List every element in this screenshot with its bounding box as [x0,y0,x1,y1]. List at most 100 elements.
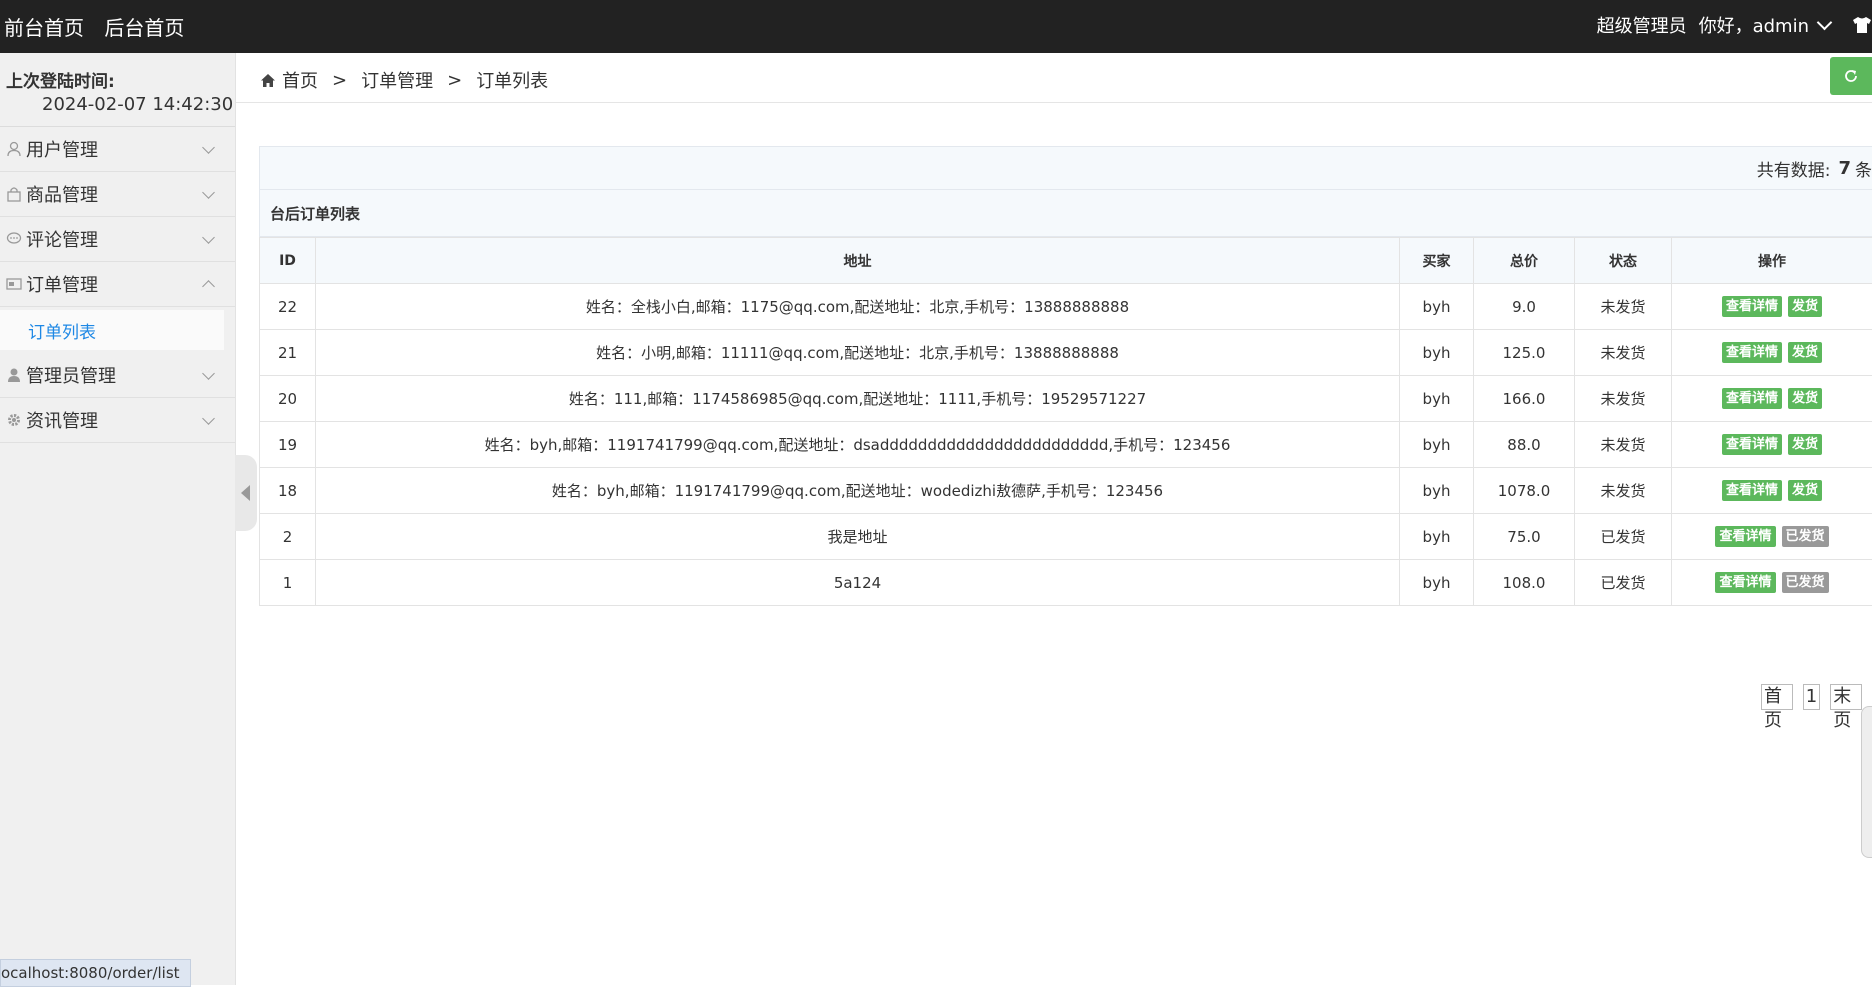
cell-buyer: byh [1400,330,1474,376]
cell-actions: 查看详情已发货 [1672,560,1872,606]
admin-icon [6,367,22,383]
ship-button[interactable]: 发货 [1788,342,1822,363]
record-count-prefix: 共有数据: [1757,156,1831,181]
record-count-suffix: 条 [1855,156,1872,181]
cell-id: 19 [260,422,316,468]
cell-id: 22 [260,284,316,330]
cell-buyer: byh [1400,376,1474,422]
table-row: 1 5a124 byh 108.0 已发货 查看详情已发货 [260,560,1872,606]
pager-page-1[interactable]: 1 [1803,684,1820,710]
cell-status: 未发货 [1575,284,1672,330]
cell-buyer: byh [1400,468,1474,514]
cell-actions: 查看详情发货 [1672,284,1872,330]
refresh-button[interactable] [1830,57,1872,95]
table-header-row: ID 地址 买家 总价 状态 操作 [260,238,1872,284]
shipped-badge: 已发货 [1782,572,1829,593]
cell-status: 已发货 [1575,560,1672,606]
sidebar: 上次登陆时间: 2024-02-07 14:42:30 用户管理 商品管理 评论… [0,53,236,985]
breadcrumb-bar: 首页 > 订单管理 > 订单列表 [236,53,1872,103]
cell-status: 未发货 [1575,468,1672,514]
cell-address: 姓名：全栈小白,邮箱：1175@qq.com,配送地址：北京,手机号：13888… [316,284,1400,330]
pager-first[interactable]: 首页 [1761,684,1793,710]
last-login-time: 2024-02-07 14:42:30 [42,94,235,115]
sidebar-item-label: 商品管理 [26,181,98,207]
view-detail-button[interactable]: 查看详情 [1722,342,1782,363]
last-login-info: 上次登陆时间: 2024-02-07 14:42:30 [0,53,235,127]
cell-id: 2 [260,514,316,560]
breadcrumb-home[interactable]: 首页 [282,67,318,93]
cell-buyer: byh [1400,422,1474,468]
sidebar-item-products[interactable]: 商品管理 [0,172,235,217]
chevron-down-icon [202,141,215,154]
table-row: 21 姓名：小明,邮箱：11111@qq.com,配送地址：北京,手机号：138… [260,330,1872,376]
order-panel: 共有数据: 7 条 台后订单列表 ID 地址 买家 总价 状态 操作 22 姓名… [259,146,1872,606]
shipped-badge: 已发货 [1782,526,1829,547]
view-detail-button[interactable]: 查看详情 [1722,388,1782,409]
table-row: 20 姓名：111,邮箱：1174586985@qq.com,配送地址：1111… [260,376,1872,422]
table-row: 18 姓名：byh,邮箱：1191741799@qq.com,配送地址：wode… [260,468,1872,514]
view-detail-button[interactable]: 查看详情 [1715,572,1775,593]
front-home-link[interactable]: 前台首页 [4,16,84,40]
pager-last[interactable]: 末页 [1830,684,1862,710]
sidebar-collapse-toggle[interactable] [235,455,257,531]
ship-button[interactable]: 发货 [1788,434,1822,455]
cell-id: 21 [260,330,316,376]
back-home-link[interactable]: 后台首页 [104,16,184,40]
user-area: 超级管理员 你好，admin [1597,12,1872,38]
user-icon [6,141,22,157]
orders-submenu: 订单列表 [0,307,235,353]
cell-status: 未发货 [1575,422,1672,468]
view-detail-button[interactable]: 查看详情 [1722,296,1782,317]
sidebar-item-orders[interactable]: 订单管理 [0,262,235,307]
cell-total: 1078.0 [1474,468,1575,514]
view-detail-button[interactable]: 查看详情 [1715,526,1775,547]
chevron-down-icon [1817,14,1833,30]
cell-address: 姓名：小明,邮箱：11111@qq.com,配送地址：北京,手机号：138888… [316,330,1400,376]
last-login-label: 上次登陆时间: [6,67,235,92]
sidebar-item-admins[interactable]: 管理员管理 [0,353,235,398]
side-float-panel[interactable] [1861,706,1872,858]
cell-address: 5a124 [316,560,1400,606]
sidebar-item-label: 资讯管理 [26,407,98,433]
user-dropdown[interactable]: 你好，admin [1699,12,1852,38]
cell-total: 9.0 [1474,284,1575,330]
cell-status: 已发货 [1575,514,1672,560]
ship-button[interactable]: 发货 [1788,296,1822,317]
cell-address: 我是地址 [316,514,1400,560]
table-row: 19 姓名：byh,邮箱：1191741799@qq.com,配送地址：dsad… [260,422,1872,468]
pagination: 首页 1 末页 [1761,684,1872,710]
chevron-up-icon [202,280,215,293]
cell-total: 75.0 [1474,514,1575,560]
comment-icon [6,231,22,247]
ship-button[interactable]: 发货 [1788,480,1822,501]
view-detail-button[interactable]: 查看详情 [1722,480,1782,501]
sidebar-item-label: 订单管理 [26,271,98,297]
breadcrumb: 首页 > 订单管理 > 订单列表 [260,67,548,93]
table-row: 2 我是地址 byh 75.0 已发货 查看详情已发货 [260,514,1872,560]
table-row: 22 姓名：全栈小白,邮箱：1175@qq.com,配送地址：北京,手机号：13… [260,284,1872,330]
view-detail-button[interactable]: 查看详情 [1722,434,1782,455]
breadcrumb-orders[interactable]: 订单管理 [361,67,433,93]
record-count-value: 7 [1838,158,1851,179]
cell-buyer: byh [1400,284,1474,330]
sidebar-item-label: 用户管理 [26,136,98,162]
sidebar-item-users[interactable]: 用户管理 [0,127,235,172]
sidebar-item-comments[interactable]: 评论管理 [0,217,235,262]
cell-id: 20 [260,376,316,422]
cell-actions: 查看详情发货 [1672,422,1872,468]
cell-actions: 查看详情已发货 [1672,514,1872,560]
order-table: ID 地址 买家 总价 状态 操作 22 姓名：全栈小白,邮箱：1175@qq.… [259,237,1872,606]
chevron-down-icon [202,186,215,199]
cell-total: 88.0 [1474,422,1575,468]
ship-button[interactable]: 发货 [1788,388,1822,409]
sidebar-subitem-order-list[interactable]: 订单列表 [0,310,224,350]
top-navbar: 前台首页 后台首页 超级管理员 你好，admin [0,0,1872,53]
greeting-text: 你好，admin [1699,12,1809,38]
breadcrumb-order-list: 订单列表 [476,67,548,93]
cell-address: 姓名：111,邮箱：1174586985@qq.com,配送地址：1111,手机… [316,376,1400,422]
order-icon [6,276,22,292]
cell-total: 125.0 [1474,330,1575,376]
browser-status-url: ocalhost:8080/order/list [0,959,191,987]
sidebar-item-news[interactable]: 资讯管理 [0,398,235,443]
skin-icon[interactable] [1852,16,1872,34]
